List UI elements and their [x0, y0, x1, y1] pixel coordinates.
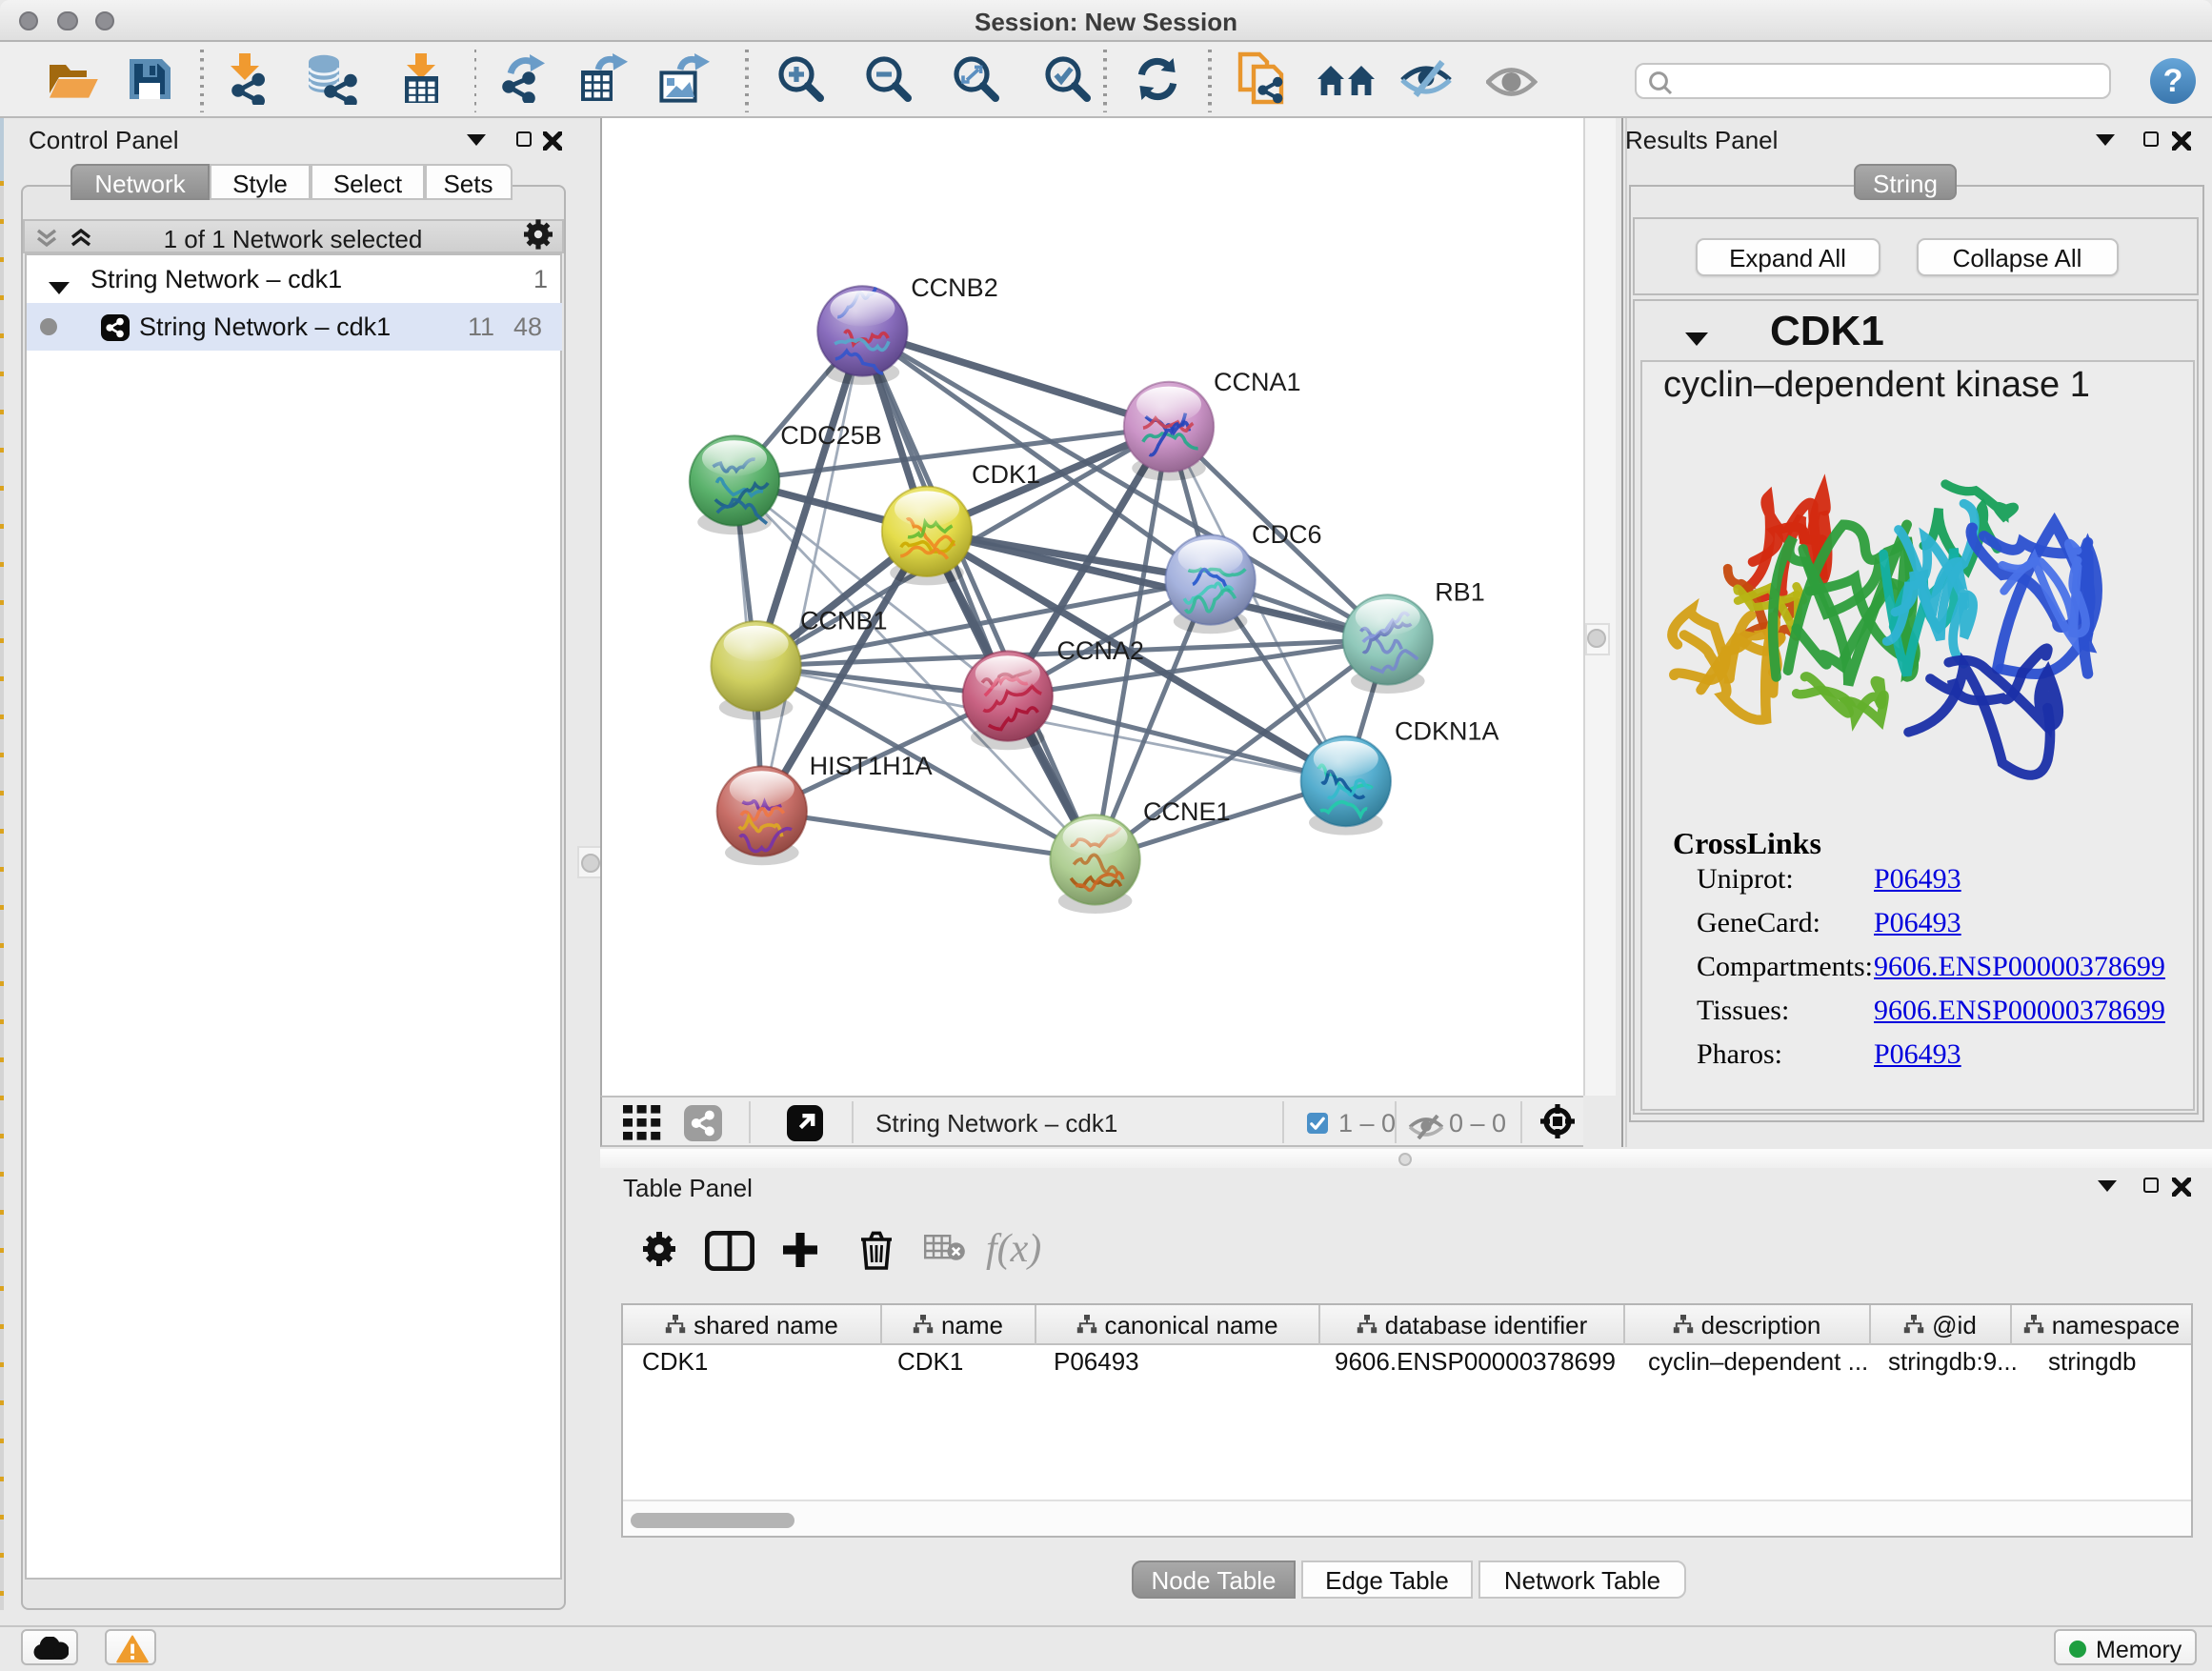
svg-text:CCNA2: CCNA2 — [1056, 636, 1143, 665]
svg-text:RB1: RB1 — [1434, 577, 1484, 606]
svg-text:CCNB1: CCNB1 — [799, 606, 887, 634]
svg-text:CCNA1: CCNA1 — [1213, 368, 1300, 396]
svg-text:CCNB2: CCNB2 — [910, 273, 997, 302]
svg-text:CDC25B: CDC25B — [779, 421, 881, 450]
svg-text:CCNE1: CCNE1 — [1142, 797, 1230, 826]
svg-text:CDC6: CDC6 — [1251, 520, 1321, 549]
svg-text:?: ? — [2163, 63, 2183, 99]
svg-text:CDKN1A: CDKN1A — [1394, 717, 1498, 746]
svg-text:HIST1H1A: HIST1H1A — [809, 752, 932, 780]
svg-text:CDK1: CDK1 — [971, 460, 1039, 489]
